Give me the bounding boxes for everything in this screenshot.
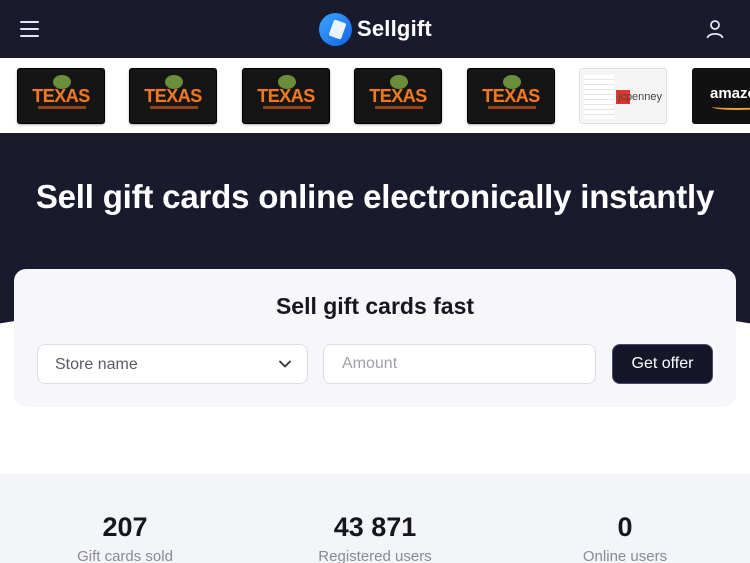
- card-decoration: [38, 106, 86, 109]
- stat-value: 43 871: [333, 512, 417, 542]
- logo[interactable]: Sellgift: [319, 12, 432, 46]
- gift-card-texas[interactable]: TEXAS: [17, 68, 105, 124]
- user-icon[interactable]: [705, 19, 725, 39]
- card-brand-label: amazon: [710, 85, 750, 102]
- page: Sellgift TEXAS TEXAS TEXAS TEXAS TEXAS j…: [0, 0, 750, 563]
- form-title: Sell gift cards fast: [275, 293, 475, 319]
- card-decoration: [150, 106, 198, 109]
- card-decoration: [488, 106, 536, 109]
- stat-label: Gift cards sold: [77, 548, 173, 563]
- gift-card-texas[interactable]: TEXAS: [129, 68, 217, 124]
- card-brand-label: TEXAS: [482, 86, 540, 106]
- store-name-placeholder: Store name: [55, 356, 138, 373]
- stat-online-users: 0 Online users: [525, 510, 725, 563]
- top-header: Sellgift: [0, 0, 750, 58]
- card-decoration: [263, 106, 311, 109]
- gift-card-texas[interactable]: TEXAS: [242, 68, 330, 124]
- get-offer-button[interactable]: Get offer: [612, 344, 713, 384]
- card-brand-label: TEXAS: [369, 86, 427, 106]
- stat-registered-users: 43 871 Registered users: [275, 510, 475, 563]
- card-brand-label: jcpenney: [618, 91, 663, 103]
- gift-card-amazon[interactable]: amazon: [692, 68, 750, 124]
- card-decoration: [375, 106, 423, 109]
- amazon-smile-icon: [712, 104, 750, 110]
- gift-card-texas[interactable]: TEXAS: [354, 68, 442, 124]
- store-name-select[interactable]: Store name: [37, 344, 308, 384]
- hero-title: Sell gift cards online electronically in…: [35, 178, 715, 215]
- chevron-down-icon: [279, 360, 291, 368]
- card-brand-label: TEXAS: [144, 86, 202, 106]
- stats-section: 207 Gift cards sold 43 871 Registered us…: [0, 474, 750, 563]
- card-brand-label: TEXAS: [257, 86, 315, 106]
- logo-icon: [319, 12, 352, 46]
- stat-value: 0: [617, 512, 633, 542]
- amount-input[interactable]: [323, 344, 596, 384]
- gift-card-texas[interactable]: TEXAS: [467, 68, 555, 124]
- stat-gift-cards-sold: 207 Gift cards sold: [25, 510, 225, 563]
- card-brand-label: TEXAS: [32, 86, 90, 106]
- stat-label: Registered users: [318, 548, 432, 563]
- gift-card-carousel: TEXAS TEXAS TEXAS TEXAS TEXAS jcpenney a…: [0, 58, 750, 133]
- towel-stack-image: [584, 75, 614, 119]
- stat-value: 207: [102, 512, 148, 542]
- sell-form-card: Sell gift cards fast Store name Get offe…: [14, 269, 736, 407]
- gift-card-jcpenney[interactable]: jcpenney: [579, 68, 667, 124]
- logo-text: Sellgift: [357, 16, 432, 41]
- hamburger-menu-icon[interactable]: [20, 20, 40, 38]
- stat-label: Online users: [582, 548, 668, 563]
